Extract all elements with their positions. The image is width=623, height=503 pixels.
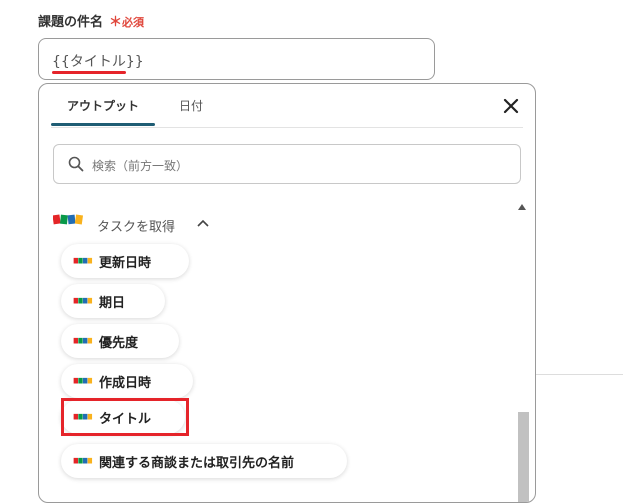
scroll-up-arrow-icon[interactable] xyxy=(518,204,526,210)
zoho-logo xyxy=(73,337,93,344)
panel-tabs: アウトプット 日付 xyxy=(51,84,535,127)
zoho-logo xyxy=(73,377,93,384)
list-item-label: 作成日時 xyxy=(99,376,152,391)
list-item-related-deal-account-name[interactable]: 関連する商談または取引先の名前 xyxy=(61,444,347,478)
background-divider xyxy=(536,374,623,375)
required-star: ＊ xyxy=(109,15,123,30)
tabs-divider xyxy=(51,127,523,128)
field-label-text: 課題の件名 xyxy=(38,15,104,30)
zoho-logo xyxy=(73,457,93,464)
list-item-label: タイトル xyxy=(99,412,152,427)
search-icon xyxy=(68,156,84,172)
tab-output[interactable]: アウトプット xyxy=(51,84,155,127)
zoho-logo xyxy=(73,257,93,264)
list-item-label: 期日 xyxy=(99,296,126,311)
search-input[interactable]: 検索（前方一致） xyxy=(53,144,521,184)
chevron-up-icon[interactable] xyxy=(197,219,209,227)
output-picker-panel: アウトプット 日付 検索（前方一致） タスクを取得 更新日時 期日 優先度 作成… xyxy=(38,83,536,503)
scrollbar[interactable] xyxy=(515,202,529,502)
list-item-due-date[interactable]: 期日 xyxy=(61,284,165,318)
search-placeholder: 検索（前方一致） xyxy=(92,159,189,173)
group-title: タスクを取得 xyxy=(97,220,176,235)
zoho-logo xyxy=(73,413,93,420)
required-text: 必須 xyxy=(122,16,145,29)
zoho-logo xyxy=(53,214,83,225)
list-item-label: 更新日時 xyxy=(99,256,152,271)
list-item-priority[interactable]: 優先度 xyxy=(61,324,179,358)
active-tab-indicator xyxy=(51,123,155,126)
subject-input-value: {{タイトル}} xyxy=(52,54,144,70)
value-underline-mark xyxy=(52,71,126,74)
tab-date[interactable]: 日付 xyxy=(161,84,221,127)
zoho-logo xyxy=(73,297,93,304)
list-item-label: 関連する商談または取引先の名前 xyxy=(99,456,295,471)
close-icon xyxy=(503,98,519,114)
field-label: 課題の件名 ＊必須 xyxy=(38,11,144,30)
list-item-updated-at[interactable]: 更新日時 xyxy=(61,244,189,278)
list-item-created-at[interactable]: 作成日時 xyxy=(61,364,193,398)
scroll-thumb[interactable] xyxy=(518,412,529,502)
close-button[interactable] xyxy=(501,96,521,116)
list-item-title[interactable]: タイトル xyxy=(61,400,185,434)
list-item-label: 優先度 xyxy=(99,336,139,351)
subject-input[interactable]: {{タイトル}} xyxy=(38,38,435,80)
